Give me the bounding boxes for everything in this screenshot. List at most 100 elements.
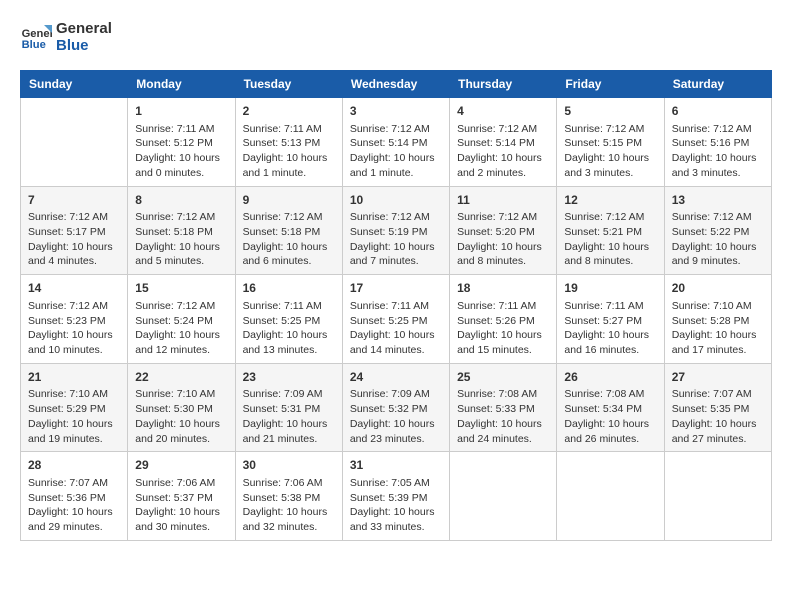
day-number: 26 [564, 369, 656, 386]
day-info: Sunrise: 7:07 AM Sunset: 5:36 PM Dayligh… [28, 476, 120, 535]
day-info: Sunrise: 7:09 AM Sunset: 5:31 PM Dayligh… [243, 387, 335, 446]
calendar-cell: 22Sunrise: 7:10 AM Sunset: 5:30 PM Dayli… [128, 363, 235, 452]
calendar-cell: 18 Sunrise: 7:11 AM Sunset: 5:26 PM Dayli… [450, 275, 557, 364]
day-number: 29 [135, 457, 227, 474]
day-info: Sunrise: 7:11 AM Sunset: 5:25 PM Dayligh… [243, 299, 335, 358]
day-number: 8 [135, 192, 227, 209]
page-header: General Blue General Blue [20, 20, 772, 54]
calendar-cell: 11Sunrise: 7:12 AM Sunset: 5:20 PM Dayli… [450, 186, 557, 275]
day-info: Sunrise: 7:12 AM Sunset: 5:21 PM Dayligh… [564, 210, 656, 269]
week-row-5: 28Sunrise: 7:07 AM Sunset: 5:36 PM Dayli… [21, 452, 772, 541]
calendar-cell: 12Sunrise: 7:12 AM Sunset: 5:21 PM Dayli… [557, 186, 664, 275]
column-header-tuesday: Tuesday [235, 71, 342, 98]
calendar-cell: 13Sunrise: 7:12 AM Sunset: 5:22 PM Dayli… [664, 186, 771, 275]
logo-line2: Blue [56, 37, 112, 54]
svg-text:General: General [22, 28, 52, 40]
day-info: Sunrise: 7:10 AM Sunset: 5:29 PM Dayligh… [28, 387, 120, 446]
day-info: Sunrise: 7:12 AM Sunset: 5:23 PM Dayligh… [28, 299, 120, 358]
calendar-cell: 20Sunrise: 7:10 AM Sunset: 5:28 PM Dayli… [664, 275, 771, 364]
calendar-cell: 29Sunrise: 7:06 AM Sunset: 5:37 PM Dayli… [128, 452, 235, 541]
day-number: 24 [350, 369, 442, 386]
day-number: 10 [350, 192, 442, 209]
day-number: 25 [457, 369, 549, 386]
day-number: 11 [457, 192, 549, 209]
day-info: Sunrise: 7:11 AM Sunset: 5:25 PM Dayligh… [350, 299, 442, 358]
week-row-1: 1 Sunrise: 7:11 AM Sunset: 5:12 PM Daylig… [21, 98, 772, 187]
svg-text:Blue: Blue [22, 39, 46, 51]
logo: General Blue General Blue [20, 20, 112, 54]
day-info: Sunrise: 7:12 AM Sunset: 5:14 PM Dayligh… [350, 122, 442, 181]
column-header-friday: Friday [557, 71, 664, 98]
day-number: 12 [564, 192, 656, 209]
calendar-cell: 21Sunrise: 7:10 AM Sunset: 5:29 PM Dayli… [21, 363, 128, 452]
calendar-cell: 26Sunrise: 7:08 AM Sunset: 5:34 PM Dayli… [557, 363, 664, 452]
day-info: Sunrise: 7:10 AM Sunset: 5:30 PM Dayligh… [135, 387, 227, 446]
day-info: Sunrise: 7:11 AM Sunset: 5:26 PM Dayligh… [457, 299, 549, 358]
day-info: Sunrise: 7:11 AM Sunset: 5:13 PM Dayligh… [243, 122, 335, 181]
calendar-cell: 31 Sunrise: 7:05 AM Sunset: 5:39 PM Dayli… [342, 452, 449, 541]
calendar-cell: 10Sunrise: 7:12 AM Sunset: 5:19 PM Dayli… [342, 186, 449, 275]
calendar-cell: 30 Sunrise: 7:06 AM Sunset: 5:38 PM Dayli… [235, 452, 342, 541]
day-info: Sunrise: 7:12 AM Sunset: 5:17 PM Dayligh… [28, 210, 120, 269]
day-number: 2 [243, 103, 335, 120]
calendar-cell: 9Sunrise: 7:12 AM Sunset: 5:18 PM Daylig… [235, 186, 342, 275]
calendar-cell: 7Sunrise: 7:12 AM Sunset: 5:17 PM Daylig… [21, 186, 128, 275]
day-info: Sunrise: 7:08 AM Sunset: 5:33 PM Dayligh… [457, 387, 549, 446]
calendar-cell [21, 98, 128, 187]
day-number: 16 [243, 280, 335, 297]
day-number: 17 [350, 280, 442, 297]
calendar-cell: 28Sunrise: 7:07 AM Sunset: 5:36 PM Dayli… [21, 452, 128, 541]
day-number: 7 [28, 192, 120, 209]
calendar-header-row: SundayMondayTuesdayWednesdayThursdayFrid… [21, 71, 772, 98]
day-number: 22 [135, 369, 227, 386]
day-info: Sunrise: 7:09 AM Sunset: 5:32 PM Dayligh… [350, 387, 442, 446]
day-number: 30 [243, 457, 335, 474]
calendar-cell [664, 452, 771, 541]
week-row-4: 21Sunrise: 7:10 AM Sunset: 5:29 PM Dayli… [21, 363, 772, 452]
day-number: 23 [243, 369, 335, 386]
day-info: Sunrise: 7:11 AM Sunset: 5:27 PM Dayligh… [564, 299, 656, 358]
column-header-wednesday: Wednesday [342, 71, 449, 98]
calendar-cell: 1 Sunrise: 7:11 AM Sunset: 5:12 PM Daylig… [128, 98, 235, 187]
day-info: Sunrise: 7:08 AM Sunset: 5:34 PM Dayligh… [564, 387, 656, 446]
calendar-cell: 25Sunrise: 7:08 AM Sunset: 5:33 PM Dayli… [450, 363, 557, 452]
week-row-2: 7Sunrise: 7:12 AM Sunset: 5:17 PM Daylig… [21, 186, 772, 275]
day-number: 31 [350, 457, 442, 474]
calendar-cell [450, 452, 557, 541]
day-number: 18 [457, 280, 549, 297]
calendar-table: SundayMondayTuesdayWednesdayThursdayFrid… [20, 70, 772, 541]
day-number: 13 [672, 192, 764, 209]
logo-line1: General [56, 20, 112, 37]
day-info: Sunrise: 7:12 AM Sunset: 5:16 PM Dayligh… [672, 122, 764, 181]
calendar-cell: 15 Sunrise: 7:12 AM Sunset: 5:24 PM Dayli… [128, 275, 235, 364]
day-number: 21 [28, 369, 120, 386]
week-row-3: 14 Sunrise: 7:12 AM Sunset: 5:23 PM Dayli… [21, 275, 772, 364]
calendar-cell: 5 Sunrise: 7:12 AM Sunset: 5:15 PM Daylig… [557, 98, 664, 187]
day-number: 9 [243, 192, 335, 209]
day-info: Sunrise: 7:12 AM Sunset: 5:15 PM Dayligh… [564, 122, 656, 181]
calendar-cell: 8Sunrise: 7:12 AM Sunset: 5:18 PM Daylig… [128, 186, 235, 275]
day-number: 27 [672, 369, 764, 386]
day-info: Sunrise: 7:12 AM Sunset: 5:18 PM Dayligh… [135, 210, 227, 269]
calendar-cell: 3 Sunrise: 7:12 AM Sunset: 5:14 PM Daylig… [342, 98, 449, 187]
column-header-saturday: Saturday [664, 71, 771, 98]
day-info: Sunrise: 7:06 AM Sunset: 5:38 PM Dayligh… [243, 476, 335, 535]
calendar-cell: 27Sunrise: 7:07 AM Sunset: 5:35 PM Dayli… [664, 363, 771, 452]
day-info: Sunrise: 7:05 AM Sunset: 5:39 PM Dayligh… [350, 476, 442, 535]
column-header-thursday: Thursday [450, 71, 557, 98]
day-number: 15 [135, 280, 227, 297]
day-info: Sunrise: 7:11 AM Sunset: 5:12 PM Dayligh… [135, 122, 227, 181]
column-header-sunday: Sunday [21, 71, 128, 98]
day-info: Sunrise: 7:12 AM Sunset: 5:14 PM Dayligh… [457, 122, 549, 181]
calendar-cell: 23Sunrise: 7:09 AM Sunset: 5:31 PM Dayli… [235, 363, 342, 452]
day-number: 1 [135, 103, 227, 120]
day-number: 5 [564, 103, 656, 120]
day-number: 14 [28, 280, 120, 297]
day-number: 3 [350, 103, 442, 120]
calendar-cell: 17 Sunrise: 7:11 AM Sunset: 5:25 PM Dayli… [342, 275, 449, 364]
calendar-cell [557, 452, 664, 541]
calendar-cell: 2 Sunrise: 7:11 AM Sunset: 5:13 PM Daylig… [235, 98, 342, 187]
column-header-monday: Monday [128, 71, 235, 98]
day-info: Sunrise: 7:12 AM Sunset: 5:24 PM Dayligh… [135, 299, 227, 358]
day-number: 4 [457, 103, 549, 120]
